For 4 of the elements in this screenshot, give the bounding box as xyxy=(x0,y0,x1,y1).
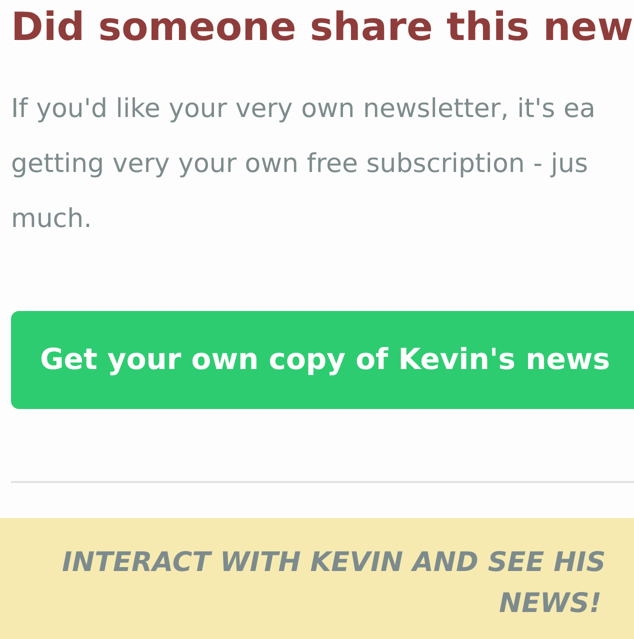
cta-button[interactable]: Get your own copy of Kevin's news xyxy=(11,311,634,409)
section-heading: Did someone share this new xyxy=(11,4,634,52)
banner-text: INTERACT WITH KEVIN AND SEE HIS NEWS! xyxy=(62,546,606,621)
intro-paragraph: If you'd like your very own newsletter, it's ea getting very your own free subscription - jus much. xyxy=(11,93,596,236)
